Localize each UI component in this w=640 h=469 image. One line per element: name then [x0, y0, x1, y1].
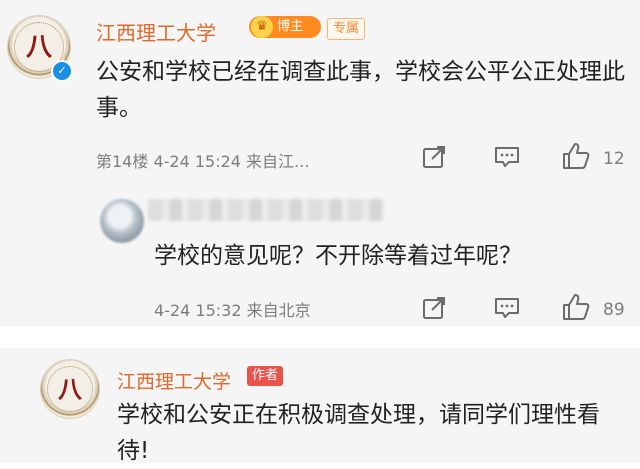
author-name[interactable]: 江西理工大学 — [117, 367, 231, 394]
comment-meta: 第14楼 4-24 15:24 来自江... — [96, 152, 310, 171]
author-tag: 作者 — [247, 366, 284, 386]
university-seal-avatar[interactable]: ⼋ — [41, 360, 99, 418]
blogger-badge: ♛ 博主 — [249, 16, 321, 38]
verified-icon: ✓ — [51, 60, 73, 82]
share-icon[interactable] — [421, 295, 447, 325]
comment-text: 公安和学校已经在调查此事，学校会公平公正处理此事。 — [96, 59, 625, 121]
like-count: 89 — [603, 300, 625, 320]
username-blurred — [148, 199, 384, 221]
like-count: 12 — [603, 149, 625, 169]
card-gap — [0, 326, 640, 348]
comment-icon[interactable] — [493, 144, 521, 174]
thumbs-up-icon[interactable] — [560, 140, 592, 176]
exclusive-tag: 专属 — [327, 18, 366, 40]
seal-mark: ⼋ — [25, 32, 52, 63]
blogger-badge-label: 博主 — [277, 19, 304, 34]
thumbs-up-icon[interactable] — [560, 291, 592, 327]
author-name[interactable]: 江西理工大学 — [96, 17, 216, 46]
seal-mark: ⼋ — [58, 374, 82, 404]
comment-icon[interactable] — [493, 295, 521, 325]
user-avatar-blurred[interactable] — [100, 199, 144, 243]
share-icon[interactable] — [421, 144, 447, 174]
reply-meta: 4-24 15:32 来自北京 — [154, 301, 311, 320]
comment-text: 学校和公安正在积极调查处理，请同学们理性看待! — [117, 402, 600, 464]
reply-text: 学校的意见呢？不开除等着过年呢？ — [154, 243, 522, 269]
crown-icon: ♛ — [251, 16, 273, 38]
